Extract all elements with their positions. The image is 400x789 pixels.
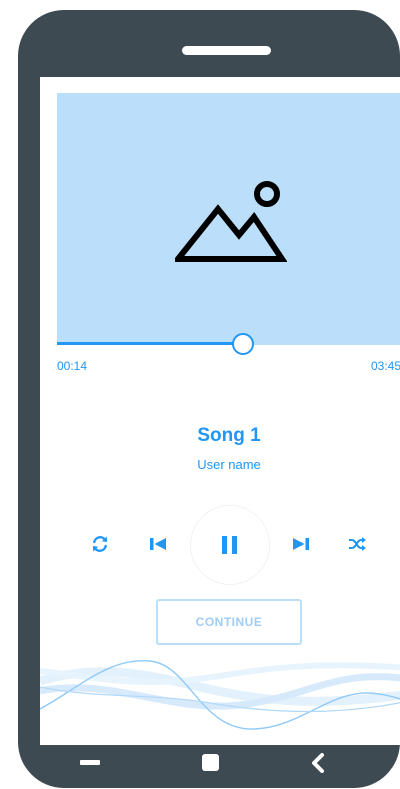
- next-button[interactable]: [289, 533, 313, 555]
- play-pause-button[interactable]: [190, 505, 270, 585]
- continue-button[interactable]: CONTINUE: [156, 599, 302, 645]
- repeat-button[interactable]: [88, 532, 112, 556]
- seek-bar[interactable]: [57, 333, 400, 355]
- current-time: 00:14: [57, 359, 88, 373]
- seek-thumb[interactable]: [231, 333, 254, 355]
- album-artwork: [57, 93, 400, 344]
- wave-decoration: [40, 659, 400, 730]
- speaker-slot: [182, 46, 271, 55]
- recents-button[interactable]: [70, 743, 110, 783]
- total-time: 03:45: [370, 359, 400, 373]
- song-title: Song 1: [197, 425, 261, 446]
- artist-name: User name: [197, 457, 261, 472]
- phone-frame: 00:14 03:45 Song 1 User name CONTINUE: [18, 10, 400, 788]
- seek-progress-fill: [57, 342, 243, 345]
- skip-next-icon: [293, 538, 309, 550]
- screen: 00:14 03:45 Song 1 User name CONTINUE: [40, 77, 400, 745]
- home-button[interactable]: [191, 743, 231, 783]
- skip-previous-icon: [150, 538, 166, 550]
- shuffle-button[interactable]: [345, 533, 369, 555]
- back-button[interactable]: [298, 743, 338, 783]
- repeat-icon: [93, 536, 107, 552]
- image-placeholder-icon: [175, 181, 287, 262]
- back-chevron-icon: [312, 753, 324, 773]
- recents-bar-icon: [80, 760, 100, 765]
- home-square-icon: [202, 754, 219, 771]
- shuffle-icon: [349, 537, 366, 551]
- pause-icon: [222, 536, 237, 554]
- previous-button[interactable]: [146, 533, 170, 555]
